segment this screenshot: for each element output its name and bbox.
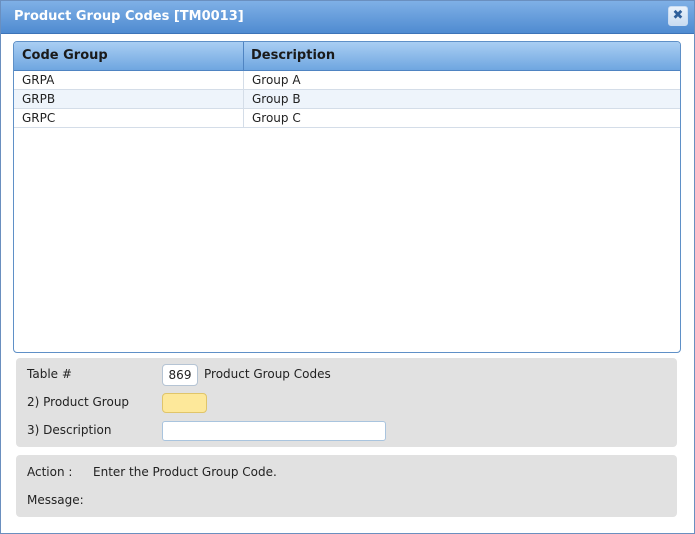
column-header-description[interactable]: Description	[251, 42, 651, 70]
product-group-codes-window: Product Group Codes [TM0013] ✖ Code Grou…	[0, 0, 695, 534]
code-group-grid: Code Group Description GRPA Group A GRPB…	[13, 41, 681, 353]
table-row[interactable]: GRPC Group C	[14, 109, 680, 128]
table-row[interactable]: GRPA Group A	[14, 71, 680, 90]
column-header-code-group[interactable]: Code Group	[22, 42, 242, 70]
table-name-label: Product Group Codes	[204, 367, 331, 381]
window-title: Product Group Codes [TM0013]	[14, 9, 244, 24]
product-group-label: 2) Product Group	[27, 395, 130, 409]
cell-separator	[243, 71, 244, 89]
code-cell: GRPA	[22, 73, 55, 87]
code-cell: GRPC	[22, 111, 56, 125]
status-panel: Action : Enter the Product Group Code. M…	[16, 455, 677, 517]
grid-header: Code Group Description	[14, 42, 680, 71]
description-input[interactable]	[162, 421, 386, 441]
table-number-label: Table #	[27, 367, 72, 381]
table-number-field: 869	[162, 364, 198, 386]
action-text: Enter the Product Group Code.	[93, 465, 277, 479]
product-group-input[interactable]	[162, 393, 207, 413]
table-row[interactable]: GRPB Group B	[14, 90, 680, 109]
cell-separator	[243, 109, 244, 127]
description-cell: Group B	[252, 92, 301, 106]
entry-form-panel: Table # 869 Product Group Codes 2) Produ…	[16, 358, 677, 447]
description-cell: Group A	[252, 73, 301, 87]
code-cell: GRPB	[22, 92, 56, 106]
description-cell: Group C	[252, 111, 301, 125]
close-button[interactable]: ✖	[668, 6, 688, 26]
action-label: Action :	[27, 465, 73, 479]
message-label: Message:	[27, 493, 84, 507]
column-separator	[243, 42, 244, 70]
description-label: 3) Description	[27, 423, 112, 437]
title-bar[interactable]: Product Group Codes [TM0013] ✖	[1, 1, 694, 34]
cell-separator	[243, 90, 244, 108]
